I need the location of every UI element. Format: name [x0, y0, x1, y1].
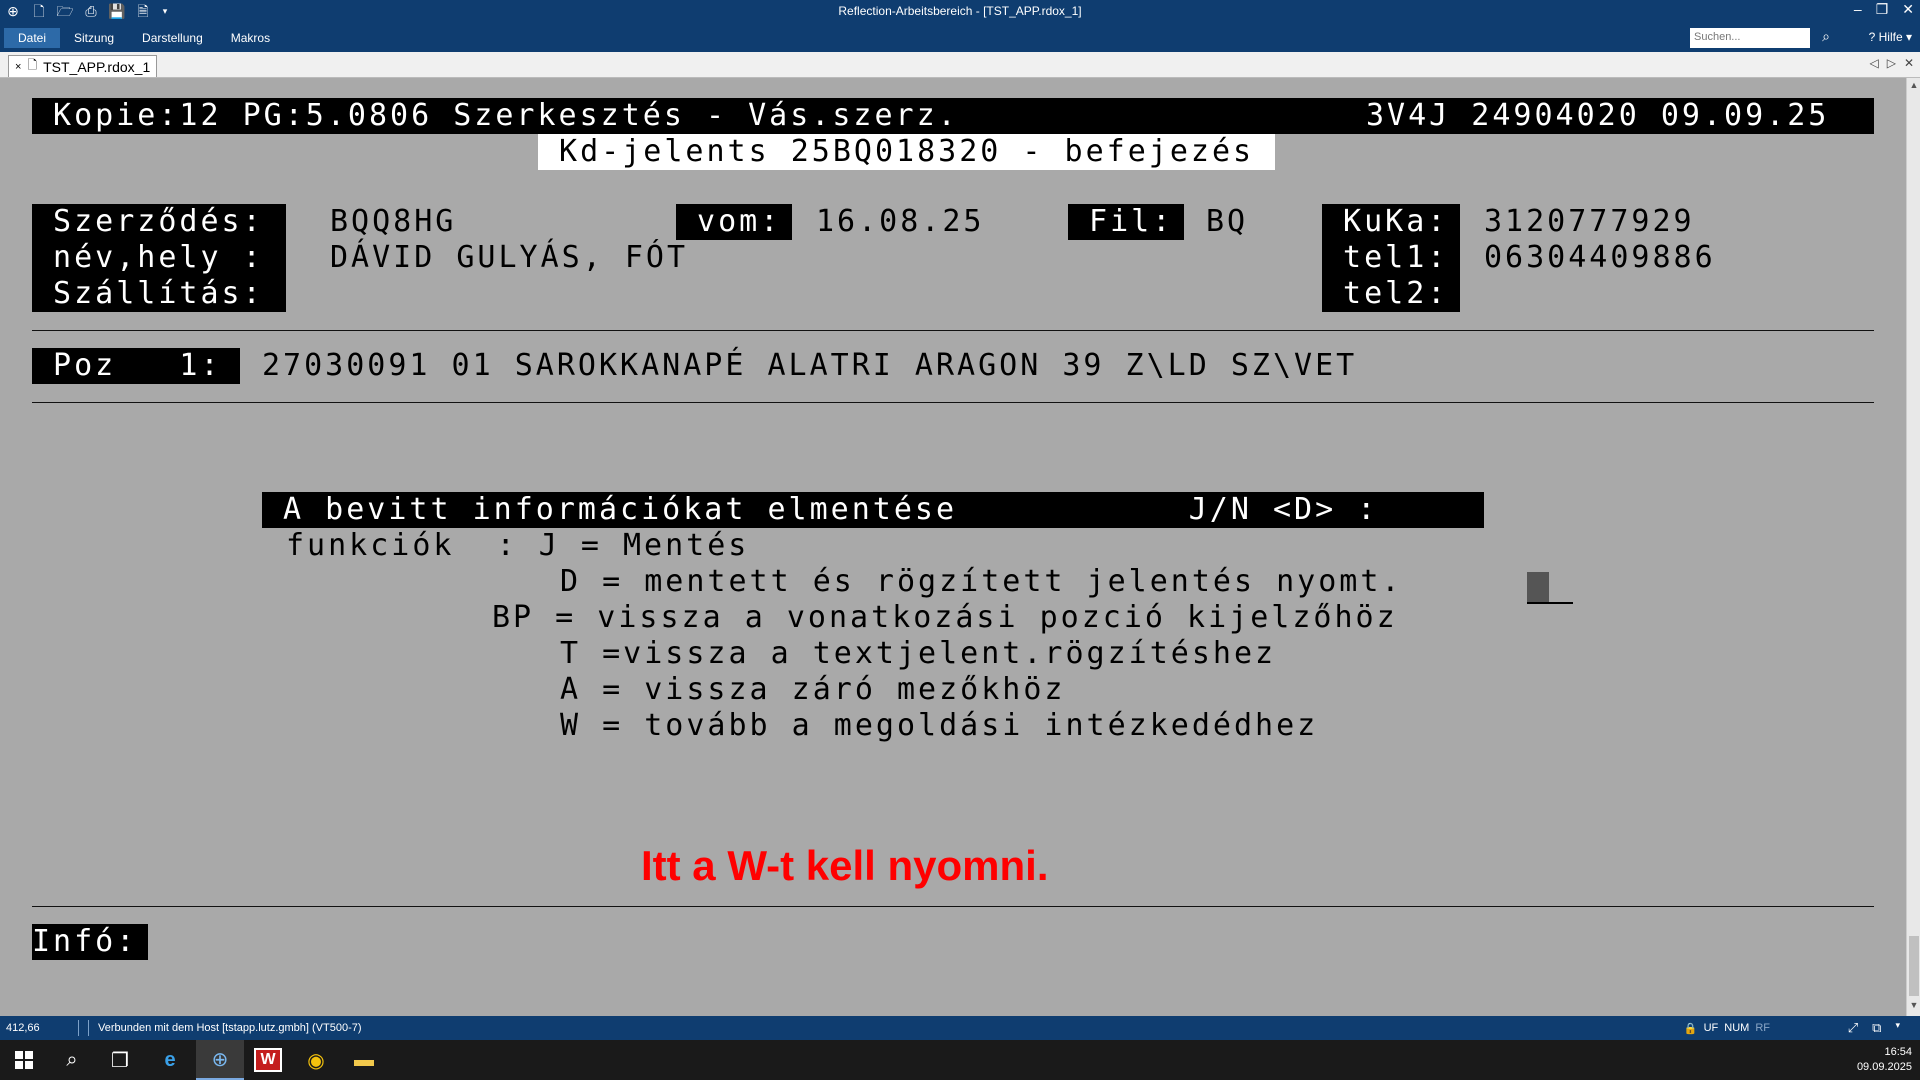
label-tel1: tel1:: [1322, 240, 1449, 276]
taskbar: ⌕ ❐ e ⊕ W ◉ ▬ 16:54 09.09.2025: [0, 1040, 1920, 1080]
help-label: Hilfe: [1878, 30, 1903, 44]
window-controls: – ❐ ✕: [1854, 1, 1914, 18]
clock-date: 09.09.2025: [1856, 1061, 1912, 1073]
header-right: 3V4J 24904020 09.09.25: [1366, 98, 1851, 134]
tab-bar: × 🗋 TST_APP.rdox_1 ◁ ▷ ✕: [0, 52, 1920, 78]
start-button[interactable]: [0, 1040, 48, 1080]
function-line-3: BP = vissza a vonatkozási pozció kijelző…: [492, 600, 1398, 635]
keyboard-indicators: 🔒 UF NUM RF: [1684, 1022, 1770, 1035]
tab-close-all-icon[interactable]: ✕: [1904, 56, 1914, 70]
internet-explorer-icon[interactable]: e: [146, 1040, 194, 1080]
label-kuka: KuKa:: [1322, 204, 1449, 240]
w-app-icon[interactable]: W: [244, 1040, 292, 1080]
label-szerzodes: Szerződés:: [32, 204, 264, 240]
chevron-down-icon[interactable]: ▾: [1895, 1020, 1900, 1036]
search-icon[interactable]: ⌕: [48, 1040, 96, 1080]
search-icon[interactable]: ⌕: [1822, 28, 1830, 45]
value-poz: 27030091 01 SAROKKANAPÉ ALATRI ARAGON 39…: [262, 348, 1358, 383]
input-field-underline: [1527, 602, 1573, 604]
info-label: Infó:: [32, 924, 148, 960]
function-line-5: A = vissza záró mezőkhöz: [560, 672, 1066, 707]
system-clock[interactable]: 16:54 09.09.2025: [1857, 1045, 1912, 1075]
scroll-down-icon[interactable]: ▼: [1907, 1000, 1920, 1014]
label-tel2: tel2:: [1322, 276, 1449, 312]
menu-darstellung[interactable]: Darstellung: [128, 28, 217, 48]
menu-sitzung[interactable]: Sitzung: [60, 28, 128, 48]
chrome-icon[interactable]: ◉: [292, 1040, 340, 1080]
value-kuka: 3120777929: [1484, 204, 1695, 239]
tab-navigation: ◁ ▷ ✕: [1869, 56, 1914, 70]
minimize-icon[interactable]: –: [1854, 1, 1862, 18]
windows-logo-icon: [15, 1051, 23, 1059]
search-input[interactable]: Suchen...: [1690, 28, 1810, 48]
reflection-app-icon[interactable]: ⊕: [196, 1040, 244, 1080]
function-line-1: funkciók : J = Mentés: [286, 528, 750, 563]
document-icon: 🗋: [27, 58, 38, 72]
indicator-num: NUM: [1724, 1022, 1750, 1034]
window-layout-icon[interactable]: ⧉: [1872, 1020, 1881, 1036]
divider: [32, 330, 1874, 331]
lock-icon: 🔒: [1683, 1023, 1698, 1035]
value-nev-hely: DÁVID GULYÁS, FÓT: [330, 240, 689, 275]
task-view-icon[interactable]: ❐: [96, 1040, 144, 1080]
tab-prev-icon[interactable]: ◁: [1869, 56, 1878, 70]
value-szerzodes: BQQ8HG: [330, 204, 457, 239]
function-line-4: T =vissza a textjelent.rögzítéshez: [560, 636, 1277, 671]
window-title: Reflection-Arbeitsbereich - [TST_APP.rdo…: [838, 4, 1082, 18]
file-explorer-icon[interactable]: ▬: [340, 1040, 388, 1080]
title-bar: ⊕ 🗋 🗁 ⎙ 💾 🗎 ▾ Reflection-Arbeitsbereich …: [0, 0, 1920, 22]
value-tel1: 06304409886: [1484, 240, 1716, 275]
fullscreen-icon[interactable]: ⤢: [1848, 1020, 1858, 1036]
status-icons: ⤢ ⧉ ▾: [1848, 1020, 1900, 1036]
label-fil: Fil:: [1068, 204, 1184, 240]
indicator-rf: RF: [1755, 1022, 1770, 1034]
divider: [32, 906, 1874, 907]
label-vom: vom:: [676, 204, 792, 240]
connection-status: Verbunden mit dem Host [tstapp.lutz.gmbh…: [98, 1022, 362, 1034]
status-bar: 412,66 Verbunden mit dem Host [tstapp.lu…: [0, 1016, 1920, 1040]
label-poz: Poz 1:: [32, 348, 240, 384]
tab-next-icon[interactable]: ▷: [1887, 56, 1896, 70]
vertical-scrollbar[interactable]: ▲ ▼: [1906, 78, 1920, 1016]
divider: [32, 402, 1874, 403]
input-cursor[interactable]: [1527, 572, 1549, 602]
scroll-thumb[interactable]: [1909, 936, 1919, 996]
tab-close-icon[interactable]: ×: [15, 61, 21, 73]
tab-label: TST_APP.rdox_1: [43, 58, 151, 75]
function-line-6: W = tovább a megoldási intézkedédhez: [560, 708, 1319, 743]
label-szallitas: Szállítás:: [32, 276, 264, 312]
menu-datei[interactable]: Datei: [4, 28, 61, 48]
save-prompt: A bevitt információkat elmentése J/N <D>…: [262, 492, 1484, 528]
status-separator: [78, 1020, 79, 1036]
header-left: Kopie:12 PG:5.0806 Szerkesztés - Vás.sze…: [32, 98, 959, 134]
indicator-uf: UF: [1703, 1022, 1719, 1034]
tab-tst-app[interactable]: × 🗋 TST_APP.rdox_1: [8, 55, 158, 77]
close-icon[interactable]: ✕: [1902, 1, 1914, 18]
help-icon: ?: [1868, 30, 1876, 44]
screen-subtitle: Kd-jelents 25BQ018320 - befejezés: [538, 134, 1276, 170]
label-nev-hely: név,hely :: [32, 240, 264, 276]
status-separator: [88, 1020, 89, 1036]
value-vom: 16.08.25: [816, 204, 985, 239]
help-button[interactable]: ? Hilfe ▾: [1869, 30, 1912, 44]
value-fil: BQ: [1206, 204, 1249, 239]
menu-bar: Datei Sitzung Darstellung Makros Suchen.…: [0, 22, 1920, 52]
annotation-text: Itt a W-t kell nyomni.: [641, 842, 1049, 889]
restore-icon[interactable]: ❐: [1876, 1, 1889, 18]
scroll-up-icon[interactable]: ▲: [1907, 80, 1920, 94]
clock-time: 16:54: [1884, 1046, 1912, 1058]
function-line-2: D = mentett és rögzített jelentés nyomt.: [560, 564, 1403, 599]
cursor-position: 412,66: [6, 1022, 40, 1034]
menu-makros[interactable]: Makros: [217, 28, 284, 48]
